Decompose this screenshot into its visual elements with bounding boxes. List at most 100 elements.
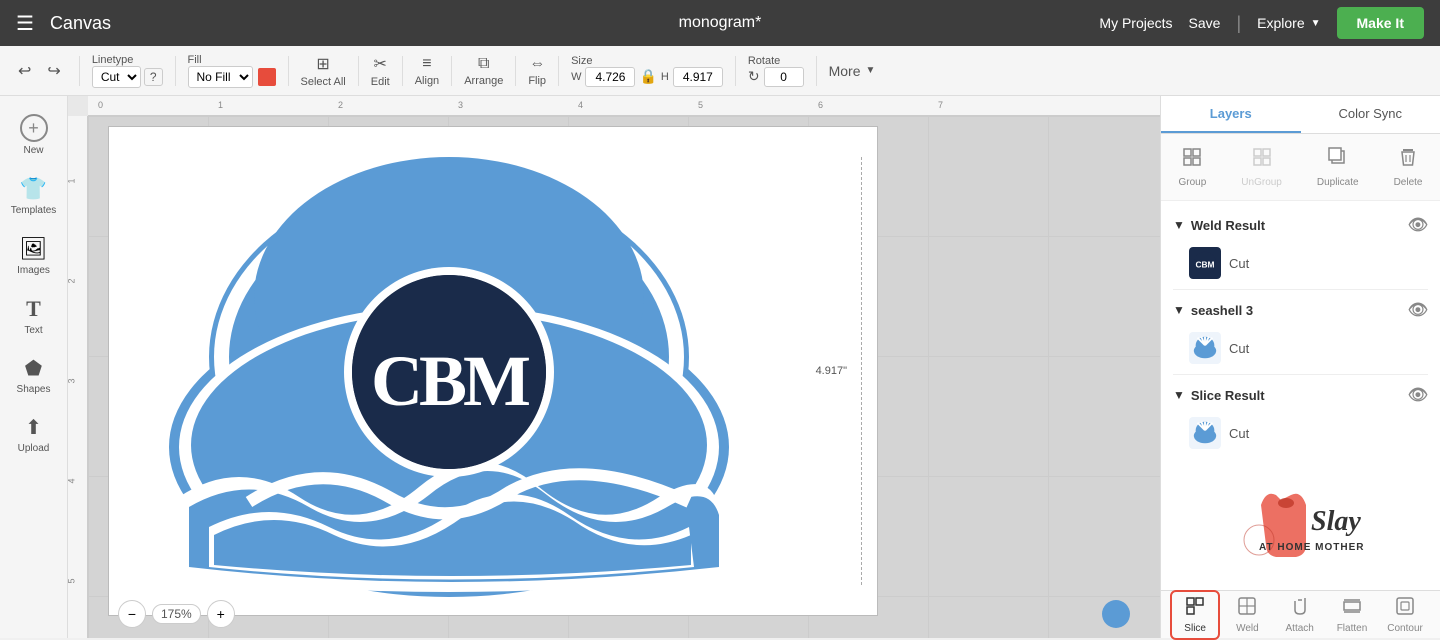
vruler-tick-4: 4: [68, 478, 77, 483]
ruler-tick-4: 4: [578, 100, 583, 110]
linetype-group: Linetype Cut ?: [92, 54, 163, 88]
select-all-button[interactable]: ⊞ Select All: [301, 54, 346, 88]
redo-button[interactable]: ↪: [41, 57, 66, 85]
sidebar-item-new[interactable]: + New: [4, 106, 64, 164]
ruler-horizontal: 0 1 2 3 4 5 6 7: [88, 96, 1160, 116]
linetype-label: Linetype: [92, 54, 163, 66]
panel-tabs: Layers Color Sync: [1161, 96, 1440, 134]
more-chevron-icon: ▼: [865, 65, 875, 76]
undo-button[interactable]: ↩: [12, 57, 37, 85]
weld-result-visibility-icon[interactable]: 👁: [1408, 215, 1428, 235]
tab-color-sync[interactable]: Color Sync: [1301, 96, 1440, 133]
zoom-in-button[interactable]: +: [207, 600, 235, 628]
save-link[interactable]: Save: [1189, 15, 1221, 31]
lock-icon[interactable]: 🔒: [639, 68, 656, 85]
scroll-right-button[interactable]: [1102, 600, 1130, 628]
duplicate-tool[interactable]: Duplicate: [1309, 142, 1367, 192]
sidebar-item-text[interactable]: T Text: [4, 288, 64, 344]
seashell3-header[interactable]: ▼ seashell 3 👁: [1161, 294, 1440, 326]
flip-button[interactable]: ⇔ Flip: [528, 55, 546, 87]
separator-10: [816, 56, 817, 86]
fill-group: Fill No Fill: [188, 54, 276, 88]
layer-item-weld-cut[interactable]: CBM Cut: [1161, 241, 1440, 285]
vruler-tick-2: 2: [68, 278, 77, 283]
flatten-icon: [1342, 596, 1362, 621]
slice-tool[interactable]: Slice: [1170, 590, 1220, 640]
sidebar-item-templates[interactable]: 👕 Templates: [4, 168, 64, 224]
arrange-button[interactable]: ⧉ Arrange: [464, 55, 503, 87]
ruler-tick-5: 5: [698, 100, 703, 110]
watermark-svg: Slay AT HOME MOTHER: [1211, 485, 1391, 575]
weld-label: Weld: [1236, 623, 1259, 634]
edit-label: Edit: [371, 76, 390, 88]
sidebar-item-upload[interactable]: ⬆ Upload: [4, 407, 64, 462]
layer-item-slice-cut[interactable]: Cut: [1161, 411, 1440, 455]
separator-9: [735, 56, 736, 86]
project-name[interactable]: monogram*: [679, 14, 762, 32]
slice-result-name: Slice Result: [1191, 388, 1408, 403]
fill-select[interactable]: No Fill: [188, 66, 253, 88]
explore-button[interactable]: Explore ▼: [1257, 15, 1320, 31]
divider: |: [1236, 13, 1241, 34]
seashell3-cut-label: Cut: [1229, 341, 1249, 356]
ungroup-tool[interactable]: UnGroup: [1233, 142, 1290, 192]
edit-button[interactable]: ✂ Edit: [371, 54, 390, 88]
design-svg: CBM CBM: [119, 137, 779, 607]
weld-tool[interactable]: Weld: [1222, 592, 1272, 638]
hamburger-menu-icon[interactable]: ☰: [16, 11, 34, 36]
separator-7: [515, 56, 516, 86]
bottom-toolbar: Slice Weld Attach Flatten: [1161, 590, 1440, 638]
select-all-label: Select All: [301, 76, 346, 88]
sidebar-item-images-label: Images: [17, 265, 50, 276]
panel-toolbar: Group UnGroup Duplicate Delete: [1161, 134, 1440, 201]
align-button[interactable]: ≡ Align: [415, 55, 439, 87]
separator-8: [558, 56, 559, 86]
width-input[interactable]: [585, 67, 635, 87]
contour-tool[interactable]: Contour: [1379, 592, 1431, 638]
attach-tool[interactable]: Attach: [1275, 592, 1325, 638]
top-bar-right: My Projects Save | Explore ▼ Make It: [1099, 7, 1424, 39]
weld-result-header[interactable]: ▼ Weld Result 👁: [1161, 209, 1440, 241]
seashell3-chevron-icon: ▼: [1173, 303, 1185, 317]
ruler-tick-7: 7: [938, 100, 943, 110]
seashell3-visibility-icon[interactable]: 👁: [1408, 300, 1428, 320]
size-group: Size W 🔒 H: [571, 55, 723, 87]
seashell3-name: seashell 3: [1191, 303, 1408, 318]
canvas-white: CBM CBM 4.917": [108, 126, 878, 616]
layer-group-slice-result: ▼ Slice Result 👁: [1161, 379, 1440, 455]
separator-5: [402, 56, 403, 86]
ruler-tick-1: 1: [218, 100, 223, 110]
svg-text:AT HOME MOTHER: AT HOME MOTHER: [1259, 542, 1364, 553]
rotate-input[interactable]: [764, 67, 804, 87]
ruler-tick-0: 0: [98, 100, 103, 110]
sidebar-item-shapes[interactable]: ⬟ Shapes: [4, 348, 64, 403]
more-button[interactable]: More ▼: [829, 63, 876, 79]
weld-cut-thumbnail: CBM: [1189, 247, 1221, 279]
fill-color-swatch[interactable]: [258, 68, 276, 86]
group-tool[interactable]: Group: [1171, 142, 1215, 192]
my-projects-link[interactable]: My Projects: [1099, 15, 1172, 31]
flatten-tool[interactable]: Flatten: [1327, 592, 1377, 638]
align-icon: ≡: [422, 55, 431, 73]
align-label: Align: [415, 75, 439, 87]
sidebar-item-images[interactable]: 🖼 Images: [4, 228, 64, 284]
slice-result-header[interactable]: ▼ Slice Result 👁: [1161, 379, 1440, 411]
tab-layers[interactable]: Layers: [1161, 96, 1301, 133]
slice-result-visibility-icon[interactable]: 👁: [1408, 385, 1428, 405]
zoom-level-display: 175%: [152, 604, 201, 624]
linetype-help-button[interactable]: ?: [144, 68, 163, 86]
rotate-icon: ↻: [748, 68, 760, 85]
slice-cut-label: Cut: [1229, 426, 1249, 441]
layer-item-seashell3-cut[interactable]: Cut: [1161, 326, 1440, 370]
linetype-select[interactable]: Cut: [92, 66, 141, 88]
measurement-label: 4.917": [816, 365, 847, 377]
sidebar-item-templates-label: Templates: [11, 205, 57, 216]
make-it-button[interactable]: Make It: [1337, 7, 1424, 39]
height-input[interactable]: [673, 67, 723, 87]
layer-group-weld-result: ▼ Weld Result 👁 CBM Cut: [1161, 209, 1440, 285]
top-bar: ☰ Canvas monogram* My Projects Save | Ex…: [0, 0, 1440, 46]
zoom-out-button[interactable]: −: [118, 600, 146, 628]
canvas-area[interactable]: 0 1 2 3 4 5 6 7 1 2 3 4 5: [68, 96, 1160, 638]
delete-tool[interactable]: Delete: [1386, 142, 1431, 192]
measurement-line-v: [861, 157, 862, 585]
